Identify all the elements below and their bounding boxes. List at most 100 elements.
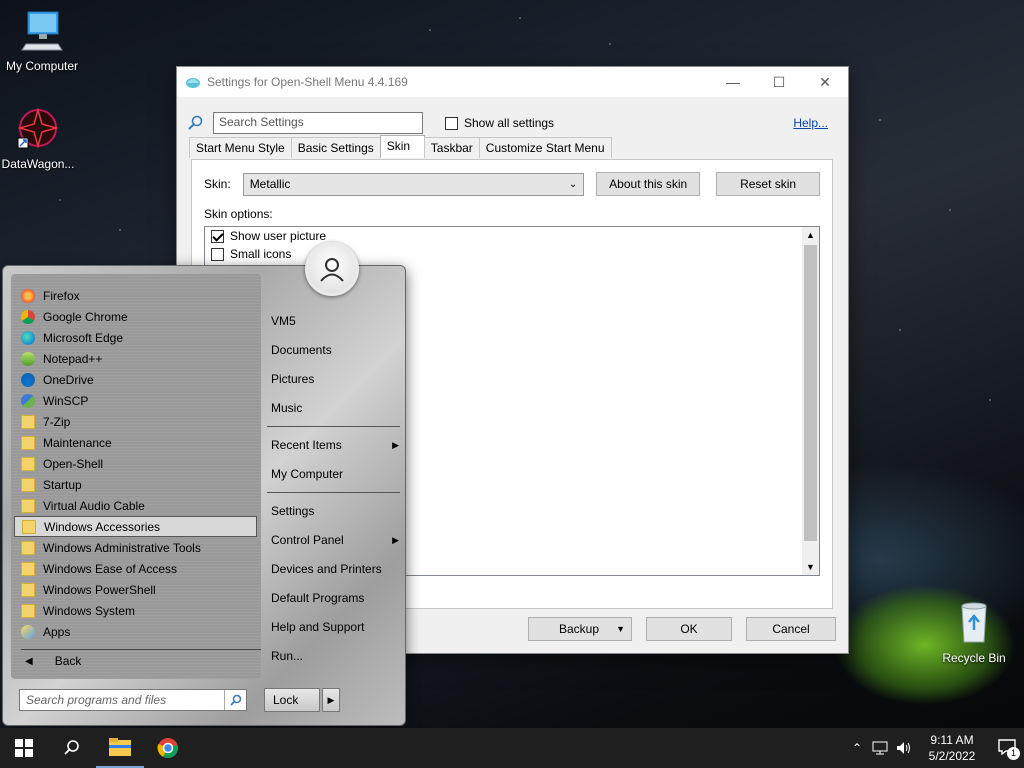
options-scrollbar[interactable]: ▲ ▼ [802,227,819,575]
start-right-item[interactable]: Help and Support [271,620,399,634]
chevron-down-icon: ⌄ [568,178,578,190]
start-right-item[interactable]: Run... [271,649,399,663]
skin-select[interactable]: Metallic ⌄ [242,172,585,196]
program-item[interactable]: Virtual Audio Cable [11,495,261,516]
ok-button[interactable]: OK [646,617,732,641]
close-button[interactable]: ✕ [802,67,848,97]
edge-icon [21,330,35,345]
tab-skin[interactable]: Skin [379,135,425,158]
start-right-item[interactable]: Default Programs [271,591,399,605]
start-right-item[interactable]: Control Panel ▶ [271,533,399,547]
network-icon[interactable] [872,741,888,755]
reset-skin-button[interactable]: Reset skin [716,172,821,196]
start-right-label: VM5 [271,314,296,328]
start-right-item[interactable]: Documents [271,343,399,357]
program-item[interactable]: WinSCP [11,390,261,411]
program-label: Apps [43,624,71,639]
folder-icon [21,561,35,576]
program-item[interactable]: Windows System [11,600,261,621]
back-button[interactable]: ◀ Back [13,650,81,672]
file-explorer-icon [109,738,131,756]
desktop-icon-recycle-bin[interactable]: Recycle Bin [932,600,1016,665]
program-item[interactable]: Windows PowerShell [11,579,261,600]
program-item[interactable]: Windows Accessories [14,516,257,537]
search-icon [64,740,79,755]
program-item[interactable]: Maintenance [11,432,261,453]
about-skin-button[interactable]: About this skin [596,172,701,196]
taskbar-clock[interactable]: 9:11 AM 5/2/2022 [920,732,984,764]
tab-start-menu-style[interactable]: Start Menu Style [189,137,292,158]
program-item[interactable]: Open-Shell [11,453,261,474]
shutdown-options-arrow[interactable]: ▶ [322,688,340,712]
maximize-button[interactable]: ☐ [756,67,802,97]
folder-icon [21,414,35,429]
start-right-item[interactable]: Recent Items ▶ [271,438,399,452]
program-item[interactable]: Notepad++ [11,348,261,369]
chevron-up-icon[interactable]: ⌃ [852,741,862,755]
program-item[interactable]: 7-Zip [11,411,261,432]
show-user-picture-checkbox[interactable] [211,229,224,243]
program-label: Microsoft Edge [43,330,124,345]
start-right-item[interactable]: Devices and Printers [271,562,399,576]
program-item[interactable]: Windows Administrative Tools [11,537,261,558]
start-right-item[interactable]: Music [271,401,399,415]
scroll-down-icon[interactable]: ▼ [802,559,819,575]
notification-center-button[interactable]: 1 [994,736,1024,760]
program-item[interactable]: Microsoft Edge [11,327,261,348]
program-item[interactable]: Firefox [11,285,261,306]
programs-list: Firefox Google Chrome Microsoft Edge Notepa… [11,274,261,679]
dropdown-arrow-icon: ▼ [616,624,625,634]
minimize-button[interactable]: — [710,67,756,97]
program-label: OneDrive [43,372,94,387]
taskbar-search-button[interactable] [48,728,96,768]
tab-basic-settings[interactable]: Basic Settings [290,137,381,158]
start-search-input[interactable]: Search programs and files [19,689,247,711]
program-item[interactable]: Apps [11,621,261,642]
scroll-up-icon[interactable]: ▲ [802,227,819,243]
program-item[interactable]: OneDrive [11,369,261,390]
cancel-button[interactable]: Cancel [746,617,836,641]
volume-icon[interactable] [896,741,912,755]
program-item[interactable]: Google Chrome [11,306,261,327]
start-right-item[interactable]: Pictures [271,372,399,386]
user-avatar[interactable] [305,242,359,296]
notification-badge: 1 [1007,747,1020,760]
start-right-divider [267,492,400,493]
program-item[interactable]: Startup [11,474,261,495]
skin-options-label: Skin options: [204,207,273,221]
folder-icon [21,540,35,555]
window-titlebar[interactable]: Settings for Open-Shell Menu 4.4.169 — ☐… [177,67,848,97]
folder-icon [21,435,35,450]
desktop-icon-label: Recycle Bin [942,651,1006,665]
submenu-arrow-icon: ▶ [392,440,399,450]
program-item[interactable]: Windows Ease of Access [11,558,261,579]
start-right-item[interactable]: Settings [271,504,399,518]
start-right-label: Recent Items [271,438,342,452]
start-right-item[interactable]: VM5 [271,314,399,328]
windows-start-button[interactable] [0,728,48,768]
option-small-icons[interactable]: Small icons [205,245,819,263]
search-settings-input[interactable]: Search Settings [213,112,423,134]
scrollbar-thumb[interactable] [804,245,817,541]
taskbar-file-explorer[interactable] [96,728,144,768]
backup-button[interactable]: Backup ▼ [528,617,632,641]
lock-button[interactable]: Lock [264,688,320,712]
desktop-icon-label: DataWagon... [1,157,75,171]
tab-taskbar[interactable]: Taskbar [423,137,480,158]
start-right-item[interactable]: My Computer [271,467,399,481]
tab-customize-start-menu[interactable]: Customize Start Menu [478,137,612,158]
option-show-user-picture[interactable]: Show user picture [205,227,819,245]
search-icon[interactable] [224,690,246,710]
program-label: Open-Shell [43,456,104,471]
taskbar-chrome[interactable] [144,728,192,768]
show-all-settings-checkbox[interactable] [445,116,458,130]
small-icons-checkbox[interactable] [211,247,224,261]
desktop-icon-datawagon[interactable]: DataWagon... [0,106,80,171]
help-link[interactable]: Help... [793,116,828,130]
start-right-label: Help and Support [271,620,365,634]
desktop-icon-my-computer[interactable]: My Computer [0,8,84,73]
program-label: Startup [43,477,82,492]
windows-logo-icon [15,739,33,757]
start-right-label: Settings [271,504,315,518]
back-arrow-icon: ◀ [25,655,33,667]
